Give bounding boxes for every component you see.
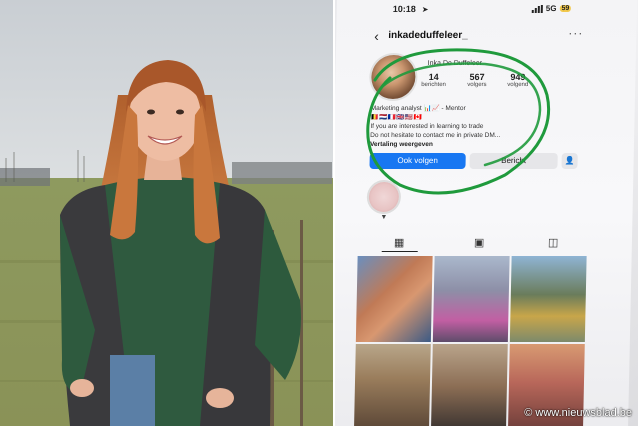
profile-bio: Marketing analyst 📊📈 - Mentor 🇧🇪🇳🇱🇫🇷🇬🇧🇺🇸… (370, 104, 551, 149)
tagged-icon[interactable]: ◫ (548, 236, 559, 249)
more-options-icon[interactable]: ··· (568, 26, 583, 40)
stat-posts[interactable]: 14 berichten (421, 72, 446, 88)
post-grid (353, 256, 588, 426)
back-icon[interactable]: ‹ (374, 28, 379, 44)
stat-followers-value: 567 (469, 72, 485, 82)
profile-username: inkadeduffeleer_ (388, 30, 468, 41)
bio-line: If you are interested in learning to tra… (370, 123, 484, 130)
status-right: 5G 59 (531, 4, 572, 13)
post-thumbnail[interactable] (355, 256, 433, 342)
profile-tabs: ▦ ▣ ◫ (368, 236, 608, 252)
bio-line: Do not hesitate to contact me in private… (370, 132, 501, 139)
chevron-down-icon[interactable]: ▼ (380, 214, 387, 221)
post-thumbnail[interactable] (353, 344, 431, 426)
status-bar: 10:18 ➤ 5G 59 (337, 4, 637, 18)
watermark: © www.nieuwsblad.be (524, 407, 632, 419)
battery-indicator: 59 (559, 5, 572, 12)
status-time: 10:18 (392, 4, 416, 14)
profile-display-name: Inka De Duffeleer (427, 60, 483, 67)
signal-icon (531, 4, 543, 13)
reels-icon[interactable]: ▣ (474, 236, 485, 249)
grid-icon[interactable]: ▦ (394, 236, 405, 249)
stat-posts-label: berichten (421, 82, 446, 88)
stat-followers-label: volgers (467, 82, 487, 88)
stat-following-label: volgend (507, 82, 529, 88)
add-user-icon[interactable]: 👤 (561, 153, 578, 169)
stat-following[interactable]: 949 volgend (507, 72, 528, 88)
stat-following-value: 949 (510, 72, 526, 82)
stat-posts-value: 14 (428, 72, 439, 82)
right-photo: 10:18 ➤ 5G 59 ‹ inkadeduffeleer_ ··· Ink… (335, 0, 638, 426)
portrait-illustration (0, 0, 333, 426)
bio-line: Marketing analyst 📊📈 - Mentor (370, 105, 466, 112)
phone-screen: 10:18 ➤ 5G 59 ‹ inkadeduffeleer_ ··· Ink… (335, 0, 637, 426)
stat-followers[interactable]: 567 volgers (467, 72, 487, 88)
post-thumbnail[interactable] (509, 256, 587, 342)
post-thumbnail[interactable] (432, 256, 510, 342)
location-arrow-icon: ➤ (421, 5, 429, 14)
post-thumbnail[interactable] (430, 344, 508, 426)
profile-avatar[interactable] (370, 55, 416, 99)
network-label: 5G (545, 4, 557, 13)
message-button[interactable]: Bericht (469, 153, 558, 169)
translate-link[interactable]: Vertaling weergeven (370, 140, 550, 149)
left-photo (0, 0, 333, 426)
follow-button[interactable]: Ook volgen (369, 153, 466, 169)
bio-flags: 🇧🇪🇳🇱🇫🇷🇬🇧🇺🇸🇨🇦 (370, 114, 423, 121)
story-highlight[interactable] (368, 182, 400, 212)
active-tab-indicator (381, 251, 418, 252)
